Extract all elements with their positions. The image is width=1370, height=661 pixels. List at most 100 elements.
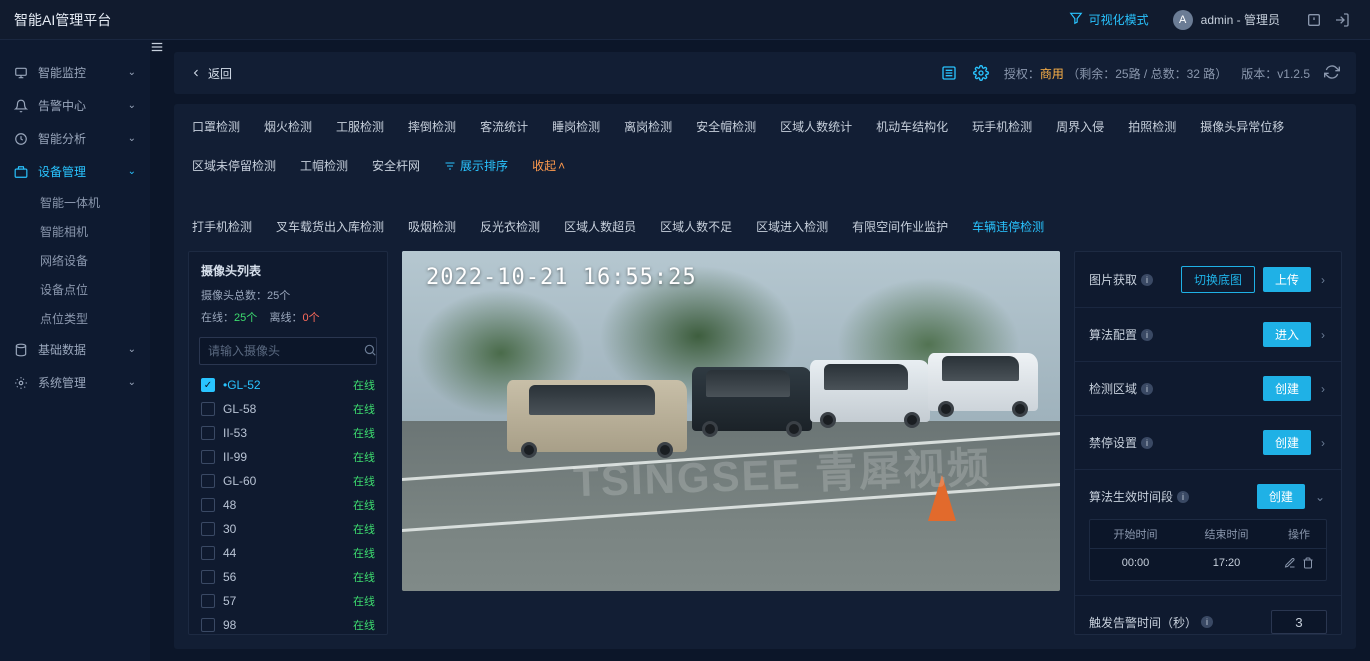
info-icon[interactable]: i bbox=[1141, 274, 1153, 286]
camera-item[interactable]: 48在线 bbox=[199, 493, 377, 517]
info-icon[interactable]: i bbox=[1201, 616, 1213, 628]
checkbox[interactable] bbox=[201, 450, 215, 464]
algo-tag[interactable]: 区域人数超员 bbox=[564, 218, 636, 235]
camera-item[interactable]: 98在线 bbox=[199, 613, 377, 634]
checkbox[interactable] bbox=[201, 618, 215, 632]
collapse-link[interactable]: 收起 ˄ bbox=[532, 157, 565, 174]
sort-link[interactable]: 展示排序 bbox=[444, 157, 508, 174]
checkbox[interactable] bbox=[201, 522, 215, 536]
checkbox[interactable] bbox=[201, 498, 215, 512]
info-icon[interactable]: i bbox=[1141, 383, 1153, 395]
sidebar-sub-item[interactable]: 设备点位 bbox=[0, 275, 150, 304]
checkbox[interactable] bbox=[201, 402, 215, 416]
camera-search[interactable] bbox=[199, 337, 377, 365]
switch-base-image-button[interactable]: 切换底图 bbox=[1181, 266, 1255, 293]
edit-icon[interactable] bbox=[1284, 557, 1296, 572]
algo-tag[interactable]: 工服检测 bbox=[336, 118, 384, 135]
list-view-icon[interactable] bbox=[940, 64, 958, 82]
algo-tag[interactable]: 睡岗检测 bbox=[552, 118, 600, 135]
video-frame[interactable]: TSINGSEE 青犀视频 2022-10-21 16:55:25 bbox=[402, 251, 1060, 591]
camera-item[interactable]: GL-60在线 bbox=[199, 469, 377, 493]
algo-tag[interactable]: 车辆违停检测 bbox=[972, 218, 1044, 235]
checkbox[interactable] bbox=[201, 594, 215, 608]
algo-tag[interactable]: 口罩检测 bbox=[192, 118, 240, 135]
algo-tag[interactable]: 吸烟检测 bbox=[408, 218, 456, 235]
checkbox[interactable] bbox=[201, 474, 215, 488]
camera-item[interactable]: 56在线 bbox=[199, 565, 377, 589]
chevron-right-icon[interactable]: › bbox=[1319, 328, 1327, 342]
sidebar-collapse[interactable] bbox=[150, 40, 164, 661]
algo-tag[interactable]: 安全杆网 bbox=[372, 157, 420, 174]
create-region-button[interactable]: 创建 bbox=[1263, 376, 1311, 401]
algo-tag[interactable]: 摔倒检测 bbox=[408, 118, 456, 135]
algo-tag[interactable]: 区域未停留检测 bbox=[192, 157, 276, 174]
sidebar-sub-item[interactable]: 点位类型 bbox=[0, 304, 150, 333]
algo-tag[interactable]: 反光衣检测 bbox=[480, 218, 540, 235]
algo-tag[interactable]: 工帽检测 bbox=[300, 157, 348, 174]
settings-icon[interactable] bbox=[972, 64, 990, 82]
info-icon[interactable]: i bbox=[1141, 329, 1153, 341]
refresh-icon[interactable] bbox=[1324, 64, 1340, 83]
chevron-right-icon[interactable]: › bbox=[1319, 436, 1327, 450]
algo-tag[interactable]: 烟火检测 bbox=[264, 118, 312, 135]
sidebar-item-label: 基础数据 bbox=[38, 341, 86, 358]
checkbox[interactable] bbox=[201, 426, 215, 440]
enter-algo-button[interactable]: 进入 bbox=[1263, 322, 1311, 347]
sidebar-item[interactable]: 基础数据⌄ bbox=[0, 333, 150, 366]
algo-tag[interactable]: 摄像头异常位移 bbox=[1200, 118, 1284, 135]
video-preview: TSINGSEE 青犀视频 2022-10-21 16:55:25 bbox=[402, 251, 1060, 635]
sidebar-sub-item[interactable]: 网络设备 bbox=[0, 246, 150, 275]
algo-tag[interactable]: 安全帽检测 bbox=[696, 118, 756, 135]
camera-search-input[interactable] bbox=[208, 344, 363, 358]
checkbox[interactable] bbox=[201, 546, 215, 560]
sidebar-sub-item[interactable]: 智能相机 bbox=[0, 217, 150, 246]
create-noparking-button[interactable]: 创建 bbox=[1263, 430, 1311, 455]
chevron-right-icon[interactable]: › bbox=[1319, 273, 1327, 287]
create-time-button[interactable]: 创建 bbox=[1257, 484, 1305, 509]
algo-tag[interactable]: 拍照检测 bbox=[1128, 118, 1176, 135]
algo-tag[interactable]: 离岗检测 bbox=[624, 118, 672, 135]
vizmode-toggle[interactable]: 可视化模式 bbox=[1069, 11, 1149, 28]
algo-tag[interactable]: 周界入侵 bbox=[1056, 118, 1104, 135]
camera-item[interactable]: ✓•GL-52在线 bbox=[199, 373, 377, 397]
algo-tag[interactable]: 打手机检测 bbox=[192, 218, 252, 235]
logout-icon[interactable] bbox=[1328, 6, 1356, 34]
sidebar-item[interactable]: 设备管理⌄ bbox=[0, 155, 150, 188]
algo-tag[interactable]: 机动车结构化 bbox=[876, 118, 948, 135]
camera-status: 在线 bbox=[353, 545, 375, 561]
algo-tag[interactable]: 区域人数统计 bbox=[780, 118, 852, 135]
algo-tag[interactable]: 有限空间作业监护 bbox=[852, 218, 948, 235]
cfg-noparking-label: 禁停设置 bbox=[1089, 434, 1137, 451]
trigger-seconds-input[interactable] bbox=[1271, 610, 1327, 634]
algo-tag[interactable]: 玩手机检测 bbox=[972, 118, 1032, 135]
delete-icon[interactable] bbox=[1302, 557, 1314, 572]
camera-item[interactable]: II-53在线 bbox=[199, 421, 377, 445]
chevron-down-icon[interactable]: ⌄ bbox=[1313, 490, 1327, 504]
sidebar-item-label: 智能分析 bbox=[38, 130, 86, 147]
info-icon[interactable]: i bbox=[1141, 437, 1153, 449]
camera-item[interactable]: 30在线 bbox=[199, 517, 377, 541]
algo-tag[interactable]: 区域进入检测 bbox=[756, 218, 828, 235]
camera-item[interactable]: 44在线 bbox=[199, 541, 377, 565]
info-icon[interactable]: i bbox=[1177, 491, 1189, 503]
camera-item[interactable]: II-99在线 bbox=[199, 445, 377, 469]
sidebar-sub-item[interactable]: 智能一体机 bbox=[0, 188, 150, 217]
camera-item[interactable]: GL-58在线 bbox=[199, 397, 377, 421]
checkbox[interactable]: ✓ bbox=[201, 378, 215, 392]
algo-tag[interactable]: 客流统计 bbox=[480, 118, 528, 135]
chevron-right-icon[interactable]: › bbox=[1319, 382, 1327, 396]
user-block[interactable]: A admin - 管理员 bbox=[1173, 10, 1280, 30]
checkbox[interactable] bbox=[201, 570, 215, 584]
algo-tag[interactable]: 区域人数不足 bbox=[660, 218, 732, 235]
sidebar-item[interactable]: 告警中心⌄ bbox=[0, 89, 150, 122]
camera-item[interactable]: 57在线 bbox=[199, 589, 377, 613]
upload-button[interactable]: 上传 bbox=[1263, 267, 1311, 292]
algo-tag[interactable]: 叉车载货出入库检测 bbox=[276, 218, 384, 235]
sidebar-item[interactable]: 系统管理⌄ bbox=[0, 366, 150, 399]
sidebar-item[interactable]: 智能分析⌄ bbox=[0, 122, 150, 155]
algo-tagbar: 口罩检测 烟火检测 工服检测 摔倒检测 客流统计 睡岗检测 离岗检测 安全帽检测 区域人数统计 机… bbox=[174, 104, 1356, 245]
back-button[interactable]: 返回 bbox=[190, 65, 232, 82]
sidebar-item[interactable]: 智能监控⌄ bbox=[0, 56, 150, 89]
help-icon[interactable] bbox=[1300, 6, 1328, 34]
search-icon[interactable] bbox=[363, 343, 377, 360]
